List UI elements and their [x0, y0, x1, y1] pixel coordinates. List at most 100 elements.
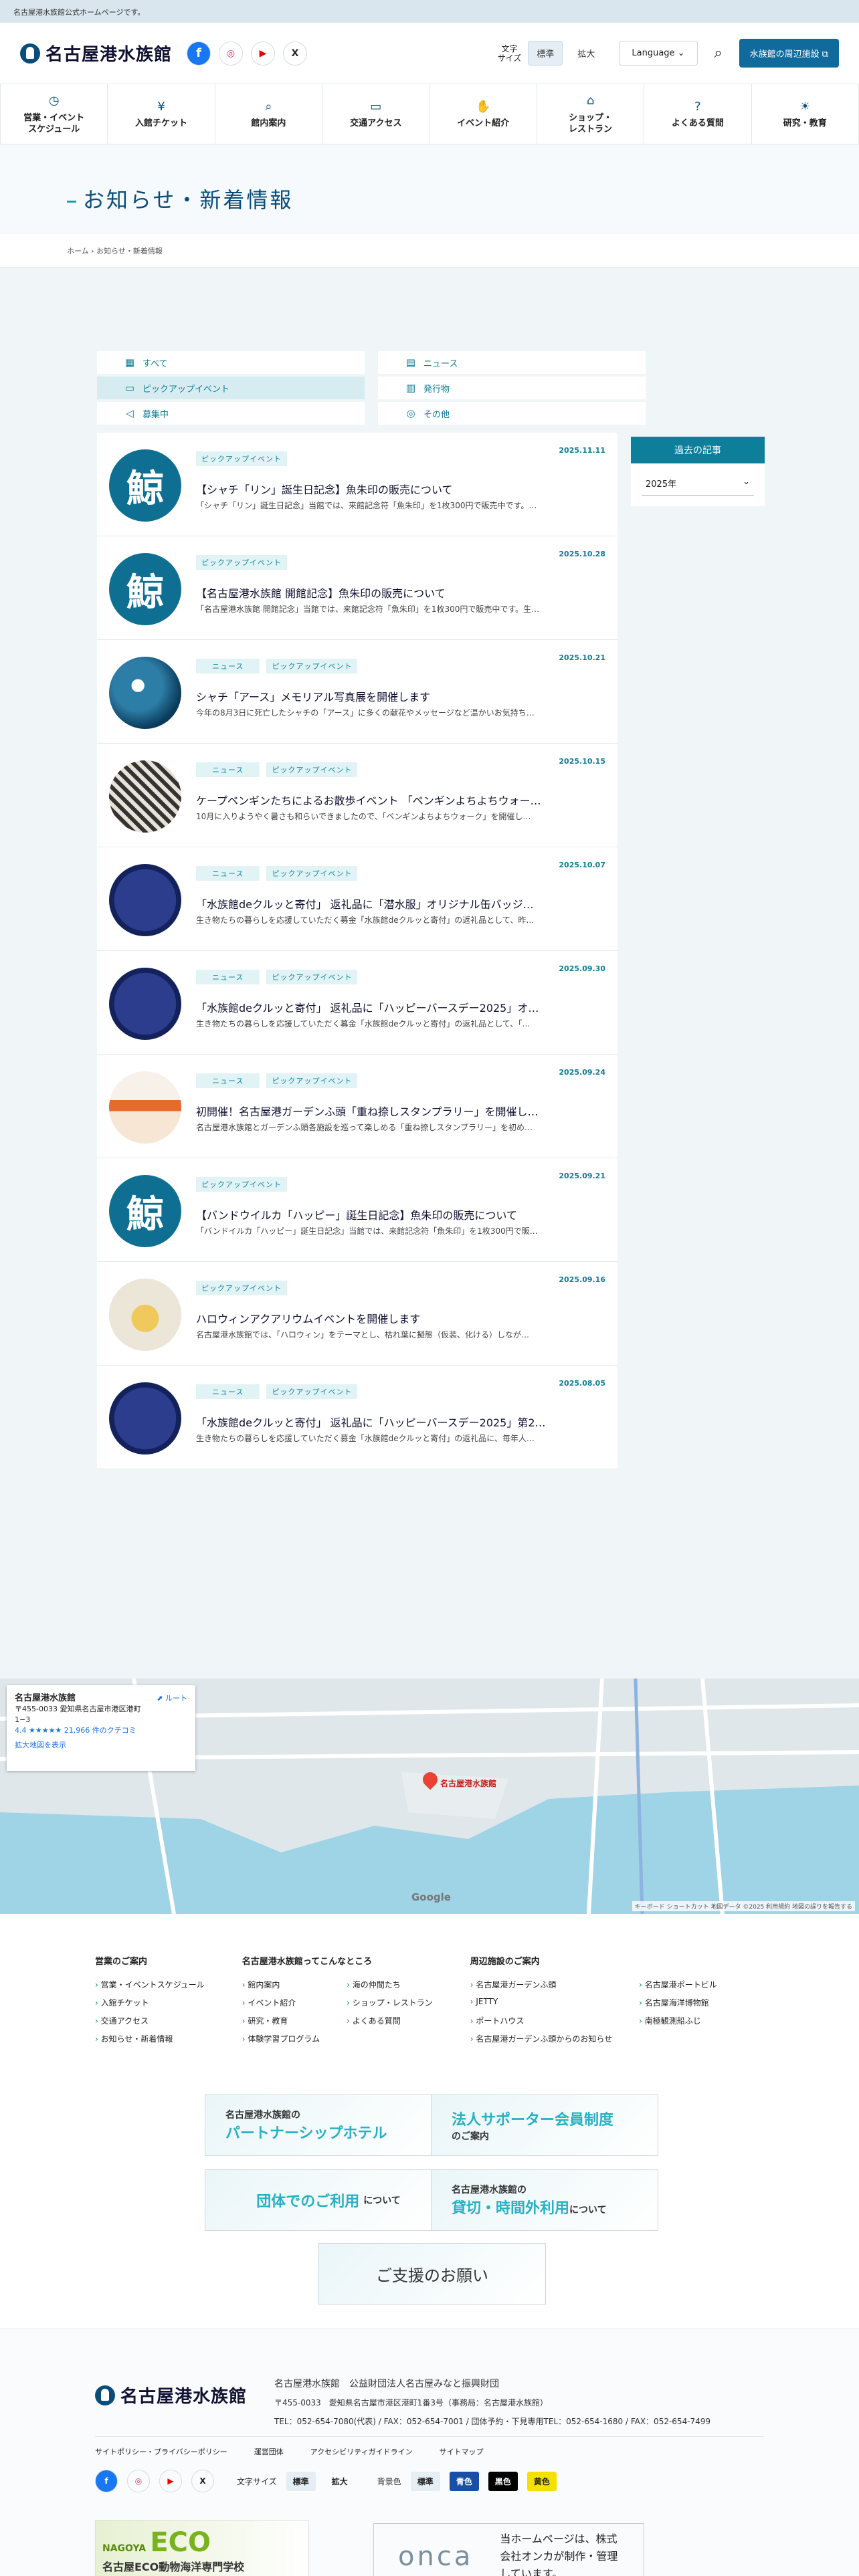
group-use-banner[interactable]: 団体でのご利用 について — [205, 2169, 432, 2231]
footer-link[interactable]: JETTY — [470, 1997, 612, 2008]
footer-link[interactable]: 館内案内 — [242, 1979, 320, 1990]
footer-link[interactable]: 営業・イベントスケジュール — [95, 1979, 205, 1990]
partnership-hotel-banner[interactable]: 名古屋港水族館の パートナーシップホテル — [205, 2095, 432, 2156]
footer-link[interactable]: 名古屋港ポートビル — [639, 1979, 717, 1990]
search-icon[interactable]: ⌕ — [704, 39, 733, 68]
news-item[interactable]: ニュース ピックアップイベント 2025.09.24 初開催！名古屋港ガーデンふ頭「重… — [97, 1055, 617, 1158]
map-search-icon: ⌕ — [265, 99, 272, 114]
news-title[interactable]: 初開催！名古屋港ガーデンふ頭「重ね捺しスタンプラリー」を開催し… — [196, 1103, 604, 1119]
news-item[interactable]: ニュース ピックアップイベント 2025.10.21 シャチ「アース」メモリアル写真展… — [97, 640, 617, 744]
filter-item[interactable]: ▦ すべて — [97, 351, 365, 374]
footer-link[interactable]: 南極観測船ふじ — [639, 2015, 717, 2026]
google-logo: Google — [411, 1891, 451, 1903]
news-item[interactable]: ニュース ピックアップイベント 2025.10.15 ケープペンギンたちによるお散歩イ… — [97, 744, 617, 847]
footer-link[interactable]: 海の仲間たち — [347, 1979, 433, 1990]
instagram-icon[interactable]: ◎ — [219, 41, 244, 66]
filter-item[interactable]: ▭ ピックアップイベント — [97, 377, 365, 399]
map-reviews-link[interactable]: 21,966 件のクチコミ — [64, 1726, 136, 1735]
news-item[interactable]: 鯨ピックアップイベント 2025.10.28 【名古屋港水族館 開館記念】魚朱印の販… — [97, 536, 617, 640]
filter-item[interactable]: ◁ 募集中 — [97, 402, 365, 425]
news-title[interactable]: 「水族館deクルッと寄付」 返礼品に「ハッピーバースデー2025」第2… — [196, 1414, 604, 1430]
footer-policy-link[interactable]: サイトマップ — [440, 2446, 484, 2457]
site-logo[interactable]: 名古屋港水族館 — [20, 41, 172, 66]
footer-link[interactable]: 名古屋港ガーデンふ頭からのお知らせ — [470, 2033, 612, 2044]
footer-link[interactable]: ショップ・レストラン — [347, 1997, 433, 2008]
x-icon[interactable]: X — [191, 2470, 214, 2492]
corporate-supporter-banner[interactable]: 法人サポーター会員制度 のご案内 — [431, 2095, 658, 2156]
news-item[interactable]: ニュース ピックアップイベント 2025.09.30 「水族館deクルッと寄付」 返礼… — [97, 951, 617, 1055]
news-excerpt: 今年の8月3日に死亡したシャチの「アース」に多くの献花やメッセージなど温かいお気… — [196, 708, 535, 718]
footer-font-size-standard[interactable]: 標準 — [286, 2471, 316, 2491]
map-enlarge-link[interactable]: 拡大地図を表示 — [15, 1740, 187, 1751]
news-title[interactable]: シャチ「アース」メモリアル写真展を開催します — [196, 688, 604, 704]
peripheral-facilities-button[interactable]: 水族館の周辺施設 ⧉ — [739, 39, 839, 68]
filter-item[interactable]: ▤ ニュース — [378, 351, 646, 374]
filter-item[interactable]: ◎ その他 — [378, 402, 646, 425]
onca-text: 当ホームページは、株式会社オンカが制作・管理しています。 — [500, 2533, 618, 2576]
bg-yellow-button[interactable]: 黄色 — [527, 2471, 557, 2491]
support-request-banner[interactable]: ご支援のお願い — [318, 2243, 546, 2304]
news-title[interactable]: 「水族館deクルッと寄付」 返礼品に「ハッピーバースデー2025」オ… — [196, 999, 604, 1015]
news-item[interactable]: ピックアップイベント 2025.09.16 ハロウィンアクアリウムイベントを開催しま… — [97, 1262, 617, 1366]
map-route-button[interactable]: ⬈ ルート — [157, 1693, 187, 1704]
footer-link[interactable]: 名古屋港ガーデンふ頭 — [470, 1979, 612, 1990]
news-date: 2025.10.21 — [559, 653, 605, 662]
private-rental-banner[interactable]: 名古屋港水族館の 貸切・時間外利用について — [431, 2169, 658, 2231]
footer-link[interactable]: お知らせ・新着情報 — [95, 2033, 205, 2044]
font-size-large-button[interactable]: 拡大 — [569, 41, 603, 65]
footer-link[interactable]: イベント紹介 — [242, 1997, 320, 2008]
news-item[interactable]: 鯨ピックアップイベント 2025.11.11 【シャチ「リン」誕生日記念】魚朱印の販… — [97, 433, 617, 536]
nav-item[interactable]: ¥ 入館チケット — [108, 84, 215, 144]
news-title[interactable]: 【シャチ「リン」誕生日記念】魚朱印の販売について — [196, 481, 604, 497]
bg-blue-button[interactable]: 青色 — [449, 2471, 479, 2491]
footer-policy-links: サイトポリシー・プライバシーポリシー 運営団体 アクセシビリティガイドライン サイトマ… — [95, 2436, 764, 2457]
news-item[interactable]: ニュース ピックアップイベント 2025.08.05 「水族館deクルッと寄付」 返礼… — [97, 1366, 617, 1469]
archive-year-select[interactable]: 2025年 ⌄ — [642, 471, 754, 496]
news-title[interactable]: 【バンドウイルカ「ハッピー」誕生日記念】魚朱印の販売について — [196, 1206, 604, 1222]
bg-black-button[interactable]: 黒色 — [488, 2471, 518, 2491]
footer-link[interactable]: 名古屋海洋博物館 — [639, 1997, 717, 2008]
filter-item[interactable]: ▥ 発行物 — [378, 377, 646, 399]
footer-link[interactable]: 研究・教育 — [242, 2015, 320, 2026]
footer-logo[interactable]: 名古屋港水族館 — [95, 2383, 247, 2407]
font-size-standard-button[interactable]: 標準 — [528, 41, 563, 66]
news-item[interactable]: ニュース ピックアップイベント 2025.10.07 「水族館deクルッと寄付」 返礼… — [97, 847, 617, 951]
language-select[interactable]: Language ⌄ — [619, 41, 698, 66]
nav-item[interactable]: ⌂ ショップ・ レストラン — [537, 84, 645, 144]
news-item[interactable]: 鯨ピックアップイベント 2025.09.21 【バンドウイルカ「ハッピー」誕生日記念… — [97, 1158, 617, 1262]
footer-font-size-large[interactable]: 拡大 — [325, 2472, 355, 2491]
news-title[interactable]: ケープペンギンたちによるお散歩イベント 「ペンギンよちよちウォー… — [196, 792, 604, 808]
news-title[interactable]: 「水族館deクルッと寄付」 返礼品に「潜水服」オリジナル缶バッジ… — [196, 895, 604, 911]
footer-link[interactable]: 体験学習プログラム — [242, 2033, 320, 2044]
nav-item[interactable]: ✋ イベント紹介 — [430, 84, 537, 144]
nav-item[interactable]: ▭ 交通アクセス — [322, 84, 430, 144]
instagram-icon[interactable]: ◎ — [127, 2470, 150, 2492]
footer-link[interactable]: 交通アクセス — [95, 2015, 205, 2026]
news-title[interactable]: 【名古屋港水族館 開館記念】魚朱印の販売について — [196, 584, 604, 601]
footer-policy-link[interactable]: サイトポリシー・プライバシーポリシー — [95, 2446, 227, 2457]
youtube-icon[interactable]: ▶ — [251, 41, 276, 66]
facebook-icon[interactable]: f — [187, 41, 211, 66]
news-title[interactable]: ハロウィンアクアリウムイベントを開催します — [196, 1310, 604, 1326]
footer-policy-link[interactable]: アクセシビリティガイドライン — [310, 2446, 413, 2457]
breadcrumb-home[interactable]: ホーム — [67, 247, 89, 255]
nav-item[interactable]: ☀ 研究・教育 — [752, 84, 859, 144]
logo-mark-icon — [20, 43, 40, 64]
filter-icon: ▥ — [405, 382, 416, 394]
onca-banner[interactable]: onca 当ホームページは、株式会社オンカが制作・管理しています。 — [373, 2523, 644, 2576]
eco-school-banner[interactable]: NAGOYA ECO 名古屋ECO動物海洋専門学校 — [95, 2520, 309, 2576]
nav-item[interactable]: ⌕ 館内案内 — [215, 84, 323, 144]
bg-standard-button[interactable]: 標準 — [410, 2471, 440, 2491]
footer-policy-link[interactable]: 運営団体 — [254, 2446, 284, 2457]
google-map[interactable]: 名古屋港水族館 〒455-0033 愛知県名古屋市港区港町1−3 4.4 ★★★… — [0, 1679, 859, 1914]
nav-item[interactable]: ? よくある質問 — [644, 84, 752, 144]
archive-sidebar: 過去の記事 2025年 ⌄ — [631, 437, 765, 506]
x-icon[interactable]: X — [283, 41, 308, 66]
news-thumbnail — [109, 864, 181, 936]
footer-link[interactable]: 入館チケット — [95, 1997, 205, 2008]
nav-item[interactable]: ◷ 営業・イベント スケジュール — [0, 84, 108, 144]
footer-link[interactable]: ポートハウス — [470, 2015, 612, 2026]
footer-link[interactable]: よくある質問 — [347, 2015, 433, 2026]
facebook-icon[interactable]: f — [95, 2470, 118, 2492]
youtube-icon[interactable]: ▶ — [159, 2470, 182, 2492]
